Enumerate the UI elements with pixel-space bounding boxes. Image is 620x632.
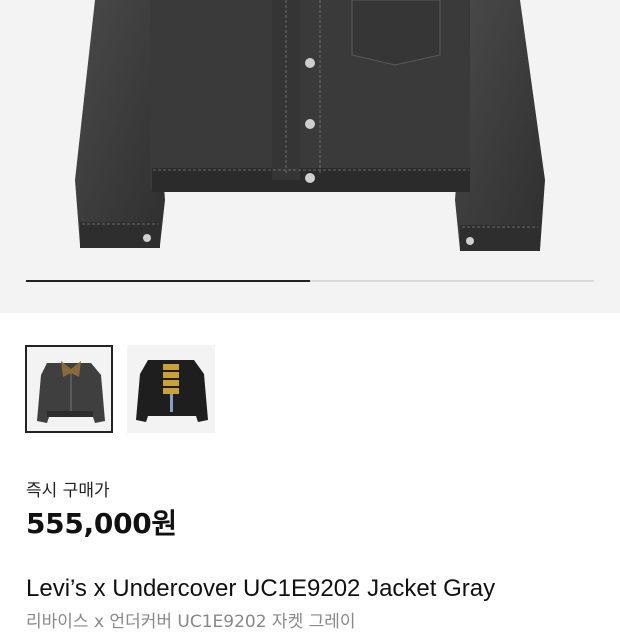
jacket-front-thumbnail-icon <box>37 361 105 423</box>
thumbnail-front[interactable] <box>25 345 113 433</box>
product-image-gallery[interactable] <box>0 0 620 313</box>
price-value: 555,000원 <box>26 507 177 540</box>
thumbnail-strip <box>25 345 215 433</box>
instant-buy-price-label: 즉시 구매가 <box>26 481 110 501</box>
jacket-back-thumbnail-icon <box>136 360 208 422</box>
thumbnail-back[interactable] <box>127 345 215 433</box>
gallery-progress-bar <box>26 280 594 282</box>
product-title: Levi’s x Undercover UC1E9202 Jacket Gray <box>26 575 496 602</box>
jacket-main-image <box>75 0 545 251</box>
gallery-progress-fill <box>26 280 310 282</box>
